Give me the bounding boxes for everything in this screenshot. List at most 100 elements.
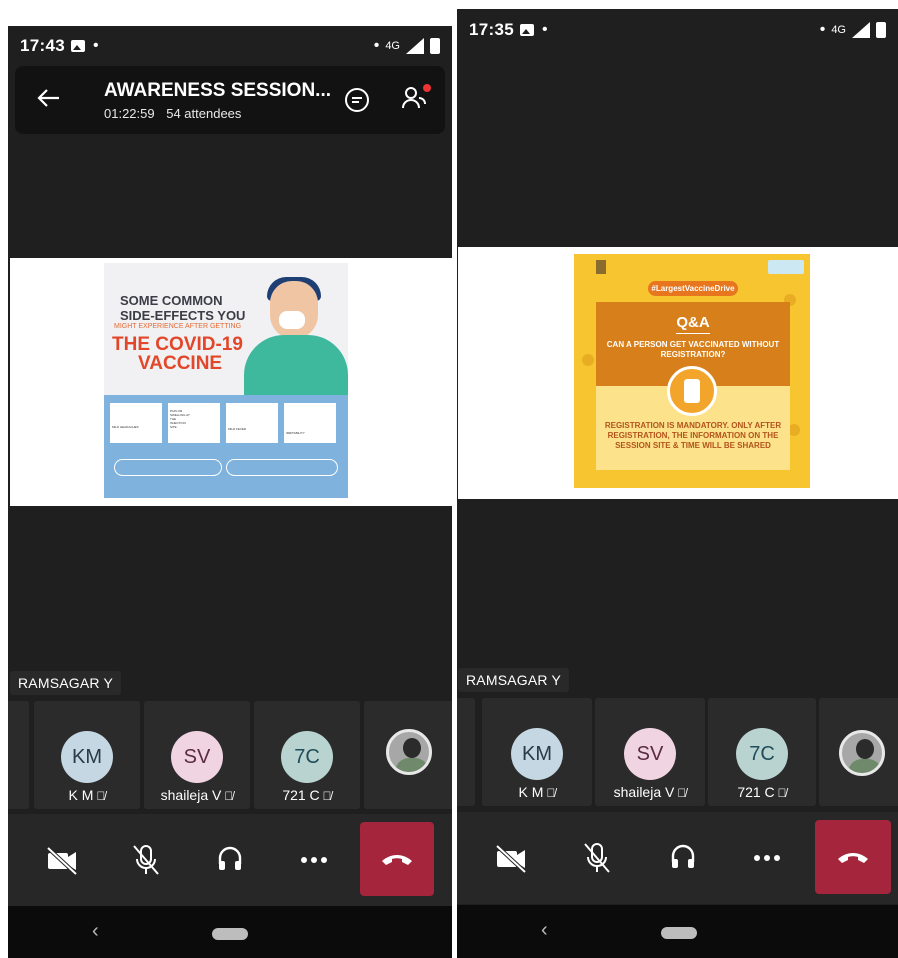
battery-icon <box>876 22 886 38</box>
hang-up-icon <box>382 855 412 865</box>
avatar: 7C <box>736 728 788 780</box>
meeting-subtitle: 01:22:59 54 attendees <box>104 106 241 121</box>
poster-line-5: VACCINE <box>138 353 223 374</box>
participant-name-text: 721 C <box>737 784 775 800</box>
poster-note-1 <box>114 459 222 476</box>
nav-home-pill[interactable] <box>212 928 248 940</box>
participant-tile-sv[interactable]: SV shaileja V 🎙̸ <box>595 698 705 806</box>
mic-off-icon[interactable] <box>124 838 168 882</box>
screenshot-collage: 17:43 • • 4G AWARENESS SESSION... 01:22:… <box>0 0 898 958</box>
attendee-count[interactable]: 54 attendees <box>166 106 241 121</box>
mic-off-icon: 🎙̸ <box>322 789 332 803</box>
notification-badge <box>423 84 431 92</box>
hang-up-button[interactable] <box>360 822 434 896</box>
poster-line-3: MIGHT EXPERIENCE AFTER GETTING <box>114 323 242 330</box>
nav-home-pill[interactable] <box>661 927 697 939</box>
profile-photo-avatar <box>839 730 885 776</box>
participant-tile-7c[interactable]: 7C 721 C 🎙̸ <box>254 701 360 809</box>
vaccine-qa-poster: #LargestVaccineDrive Q&A CAN A PERSON GE… <box>574 254 810 488</box>
hang-up-icon <box>838 853 868 863</box>
vaccine-vial-icon <box>667 366 717 416</box>
mic-off-icon: 🎙̸ <box>546 786 556 800</box>
notification-dot-icon: • <box>92 37 99 54</box>
call-controls <box>457 812 898 904</box>
avatar: KM <box>61 731 113 783</box>
question-text: CAN A PERSON GET VACCINATED WITHOUT REGI… <box>606 340 780 359</box>
participant-name: K M 🎙̸ <box>34 787 140 803</box>
headphones-icon[interactable] <box>661 836 705 880</box>
participant-name: 721 C 🎙̸ <box>708 784 816 800</box>
image-notification-icon <box>70 40 85 52</box>
poster-line-4: THE COVID-19 <box>112 334 243 355</box>
answer-text: REGISTRATION IS MANDATORY. ONLY AFTER RE… <box>604 421 782 450</box>
status-bar: 17:35 • • 4G <box>457 9 898 51</box>
participant-tile-sv[interactable]: SV shaileja V 🎙̸ <box>144 701 250 809</box>
status-bar: 17:43 • • 4G <box>8 26 452 66</box>
more-icon[interactable] <box>745 836 789 880</box>
qa-underline <box>676 333 710 334</box>
participant-name: K M 🎙̸ <box>482 784 592 800</box>
participant-name-text: 721 C <box>282 787 320 803</box>
system-nav-bar: ‹ <box>457 905 898 958</box>
participant-tile-partial[interactable] <box>8 701 29 809</box>
more-icon[interactable] <box>292 838 336 882</box>
battery-icon <box>430 38 440 54</box>
helpline-logo <box>768 260 804 274</box>
status-time: 17:35 <box>469 20 514 39</box>
avatar: 7C <box>281 731 333 783</box>
participant-tile-7c[interactable]: 7C 721 C 🎙̸ <box>708 698 816 806</box>
status-icons: • 4G <box>366 37 440 55</box>
covid-side-effects-poster: SOME COMMON SIDE-EFFECTS YOU MIGHT EXPER… <box>104 263 348 498</box>
mic-off-icon: 🎙̸ <box>224 789 234 803</box>
meeting-header: AWARENESS SESSION... 01:22:59 54 attende… <box>15 66 445 134</box>
mic-off-icon[interactable] <box>575 836 619 880</box>
video-off-icon[interactable] <box>40 838 84 882</box>
poster-line-1: SOME COMMON <box>120 293 223 308</box>
image-notification-icon <box>519 24 534 36</box>
notification-dot-icon: • <box>541 21 548 38</box>
right-phone-screen: 17:35 • • 4G #LargestVaccineDrive Q&A CA… <box>457 9 898 958</box>
active-speaker-label: RAMSAGAR Y <box>458 668 570 692</box>
back-arrow-icon[interactable] <box>35 84 65 114</box>
emblem-icon <box>596 260 606 274</box>
meeting-duration: 01:22:59 <box>104 106 155 121</box>
profile-photo-avatar <box>386 729 432 775</box>
meeting-title: AWARENESS SESSION... <box>104 80 331 101</box>
hashtag-banner: #LargestVaccineDrive <box>648 281 738 296</box>
participant-strip[interactable]: KM K M 🎙̸ SV shaileja V 🎙̸ 7C 721 C 🎙̸ <box>8 701 452 811</box>
mic-off-icon: 🎙̸ <box>677 786 687 800</box>
illustration-head <box>270 281 318 339</box>
participant-name: shaileja V 🎙̸ <box>144 787 250 803</box>
participant-tile-km[interactable]: KM K M 🎙̸ <box>34 701 140 809</box>
participant-tile-partial[interactable] <box>457 698 475 806</box>
hang-up-button[interactable] <box>815 820 891 894</box>
effect-card-irritability: IRRITABILITY <box>284 403 336 443</box>
participant-tile-photo[interactable] <box>364 701 452 809</box>
qa-heading: Q&A <box>676 314 710 331</box>
participant-name-text: shaileja V <box>160 787 222 803</box>
system-nav-bar: ‹ <box>8 906 452 958</box>
participant-tile-km[interactable]: KM K M 🎙̸ <box>482 698 592 806</box>
nav-back-icon[interactable]: ‹ <box>92 920 99 943</box>
status-time: 17:43 <box>20 36 65 55</box>
illustration-mask <box>279 311 305 329</box>
participant-name: shaileja V 🎙̸ <box>595 784 705 800</box>
card-text: MILD HEADACHES <box>112 425 139 429</box>
nav-back-icon[interactable]: ‹ <box>541 919 548 942</box>
card-text: MILD FEVER <box>228 427 247 431</box>
signal-icon <box>406 38 424 54</box>
card-text: PAIN OR SWELLING AT THE INJECTION SITE <box>170 409 190 429</box>
participant-name-text: K M <box>518 784 544 800</box>
dot-icon: • <box>373 37 380 54</box>
chat-icon[interactable] <box>343 86 371 119</box>
effect-card-fever: MILD FEVER <box>226 403 278 443</box>
video-off-icon[interactable] <box>489 836 533 880</box>
effect-card-pain: PAIN OR SWELLING AT THE INJECTION SITE <box>168 403 220 443</box>
network-type: 4G <box>385 40 400 52</box>
poster-line-2: SIDE-EFFECTS YOU <box>120 308 246 323</box>
virus-decoration <box>582 354 594 366</box>
participant-strip[interactable]: KM K M 🎙̸ SV shaileja V 🎙̸ 7C 721 C 🎙̸ <box>457 698 898 808</box>
poster-note-2 <box>226 459 338 476</box>
headphones-icon[interactable] <box>208 838 252 882</box>
participant-tile-photo[interactable] <box>819 698 898 806</box>
